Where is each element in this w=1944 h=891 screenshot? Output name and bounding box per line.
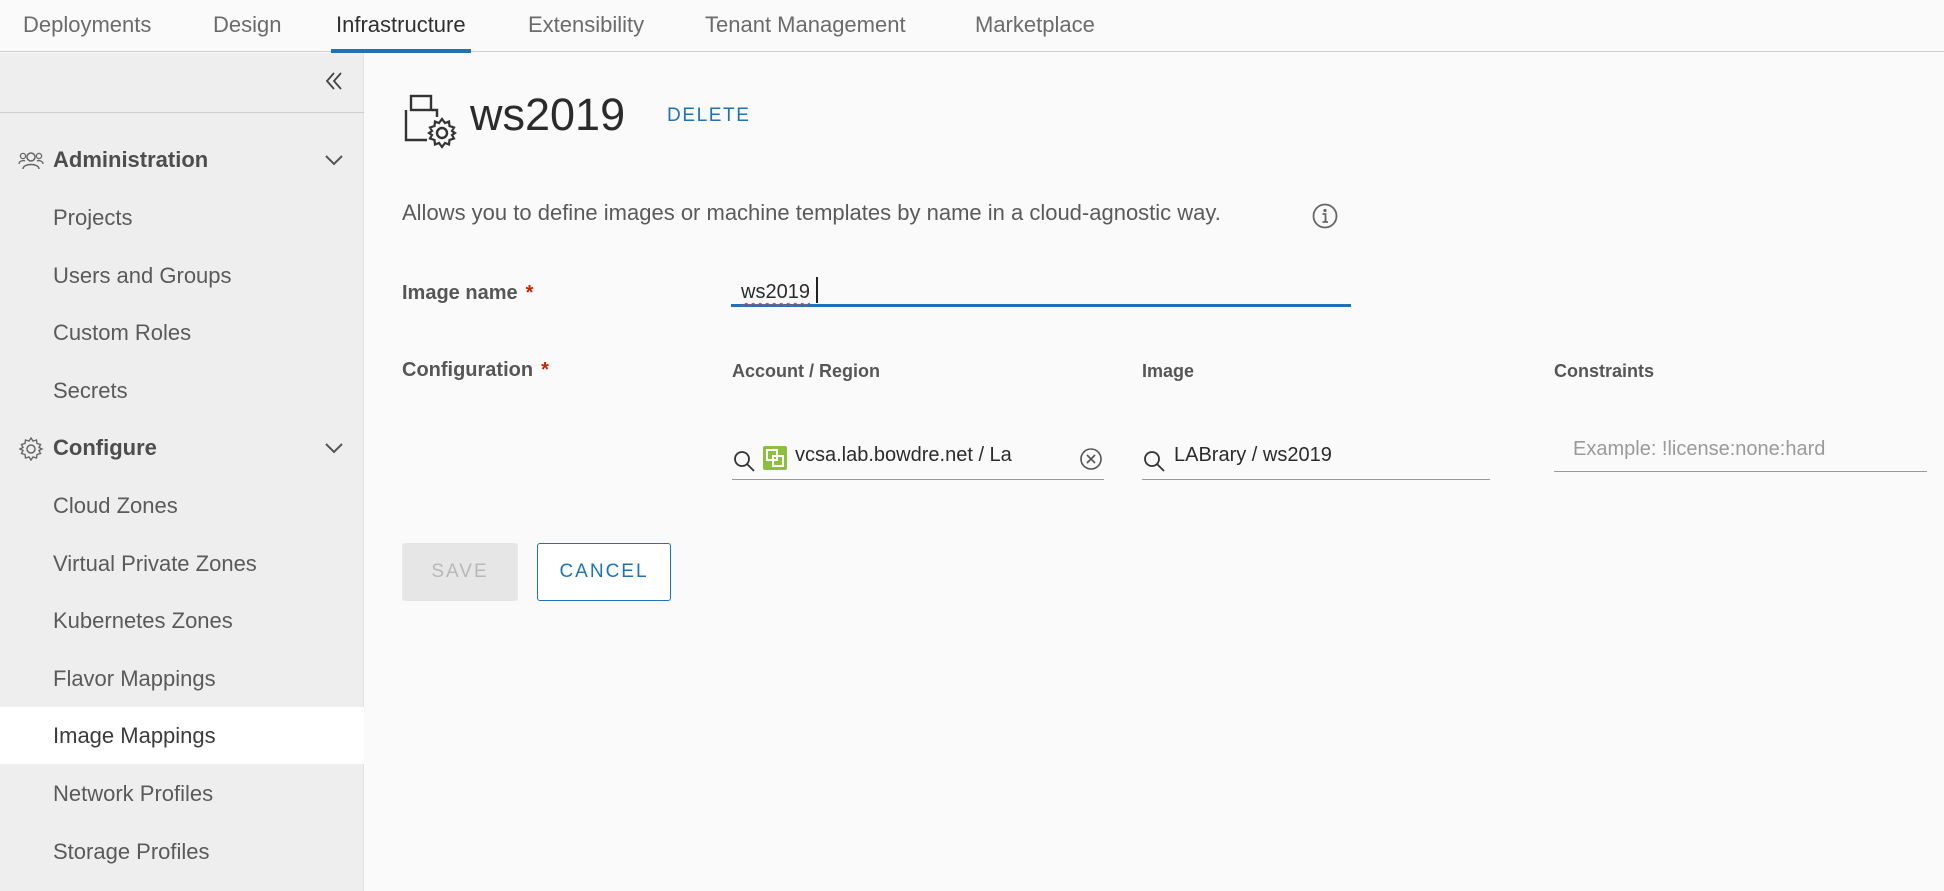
required-mark: * (525, 282, 534, 304)
chevron-down-icon (325, 443, 343, 454)
tab-deployments[interactable]: Deployments (23, 0, 151, 52)
tab-tenant-management[interactable]: Tenant Management (705, 0, 906, 52)
sidebar: Administration Projects Users and Groups… (0, 53, 364, 891)
gear-icon (18, 436, 44, 462)
sidebar-collapse-bar (0, 53, 364, 113)
column-header-image: Image (1142, 361, 1195, 381)
save-button[interactable]: SAVE (402, 543, 518, 601)
sidebar-item-label: Virtual Private Zones (53, 551, 257, 576)
account-region-value: vcsa.lab.bowdre.net / La (795, 444, 1012, 466)
column-header-account-region: Account / Region (732, 361, 880, 381)
sidebar-section-administration[interactable]: Administration (0, 132, 364, 188)
clear-icon[interactable] (1079, 447, 1103, 471)
image-name-label-text: Image name (402, 282, 518, 304)
sidebar-item-label: Image Mappings (53, 723, 216, 748)
image-field[interactable]: LABrary / ws2019 (1142, 434, 1490, 480)
constraints-placeholder: Example: !license:none:hard (1573, 438, 1826, 460)
chevron-down-icon (325, 155, 343, 166)
sidebar-item-image-mappings[interactable]: Image Mappings (0, 707, 364, 764)
image-mapping-icon (404, 94, 457, 149)
main-content: ws2019 DELETE Allows you to define image… (365, 53, 1944, 891)
sidebar-item-network-profiles[interactable]: Network Profiles (0, 765, 364, 822)
sidebar-item-flavor-mappings[interactable]: Flavor Mappings (0, 650, 364, 707)
sidebar-section-label: Administration (53, 147, 209, 172)
tab-marketplace[interactable]: Marketplace (975, 0, 1095, 52)
sidebar-item-cloud-zones[interactable]: Cloud Zones (0, 477, 364, 534)
sidebar-item-label: Cloud Zones (53, 493, 178, 518)
sidebar-item-label: Secrets (53, 378, 128, 403)
sidebar-section-label: Configure (53, 435, 157, 460)
sidebar-item-label: Projects (53, 205, 133, 230)
cancel-button[interactable]: CANCEL (537, 543, 671, 601)
sidebar-item-label: Flavor Mappings (53, 666, 216, 691)
image-value: LABrary / ws2019 (1174, 444, 1332, 466)
account-region-field[interactable]: vcsa.lab.bowdre.net / La (732, 434, 1104, 480)
search-icon (1144, 451, 1165, 472)
sidebar-item-storage-profiles[interactable]: Storage Profiles (0, 823, 364, 880)
tab-infrastructure[interactable]: Infrastructure (331, 0, 471, 53)
sidebar-item-label: Storage Profiles (53, 839, 210, 864)
page-description: Allows you to define images or machine t… (402, 200, 1221, 225)
sidebar-item-secrets[interactable]: Secrets (0, 362, 364, 419)
image-name-label: Image name * (402, 282, 533, 305)
sidebar-item-custom-roles[interactable]: Custom Roles (0, 304, 364, 361)
info-icon[interactable] (1311, 202, 1339, 230)
double-chevron-left-icon[interactable] (320, 67, 348, 95)
sidebar-item-users-and-groups[interactable]: Users and Groups (0, 247, 364, 304)
tab-design[interactable]: Design (213, 0, 281, 52)
image-name-value: ws2019 (741, 281, 810, 303)
sidebar-item-label: Custom Roles (53, 320, 192, 345)
configuration-label-text: Configuration (402, 359, 534, 381)
image-name-input[interactable] (731, 275, 1351, 307)
configuration-label: Configuration * (402, 359, 549, 382)
column-header-constraints: Constraints (1554, 361, 1655, 381)
required-mark: * (541, 359, 549, 381)
delete-button[interactable]: DELETE (667, 105, 751, 127)
sidebar-item-label: Kubernetes Zones (53, 608, 233, 633)
sidebar-section-configure[interactable]: Configure (0, 420, 364, 476)
sidebar-item-kubernetes-zones[interactable]: Kubernetes Zones (0, 592, 364, 649)
tab-extensibility[interactable]: Extensibility (528, 0, 644, 52)
constraints-input[interactable]: Example: !license:none:hard (1554, 434, 1927, 472)
top-navigation: Deployments Design Infrastructure Extens… (0, 0, 1944, 53)
sidebar-item-virtual-private-zones[interactable]: Virtual Private Zones (0, 535, 364, 592)
text-cursor (816, 277, 818, 303)
sidebar-item-label: Users and Groups (53, 263, 232, 288)
sidebar-item-projects[interactable]: Projects (0, 189, 364, 246)
users-icon (18, 152, 44, 170)
search-icon (734, 451, 755, 472)
sidebar-item-label: Network Profiles (53, 781, 214, 806)
page-title: ws2019 (470, 89, 626, 140)
vsphere-icon (763, 446, 787, 470)
